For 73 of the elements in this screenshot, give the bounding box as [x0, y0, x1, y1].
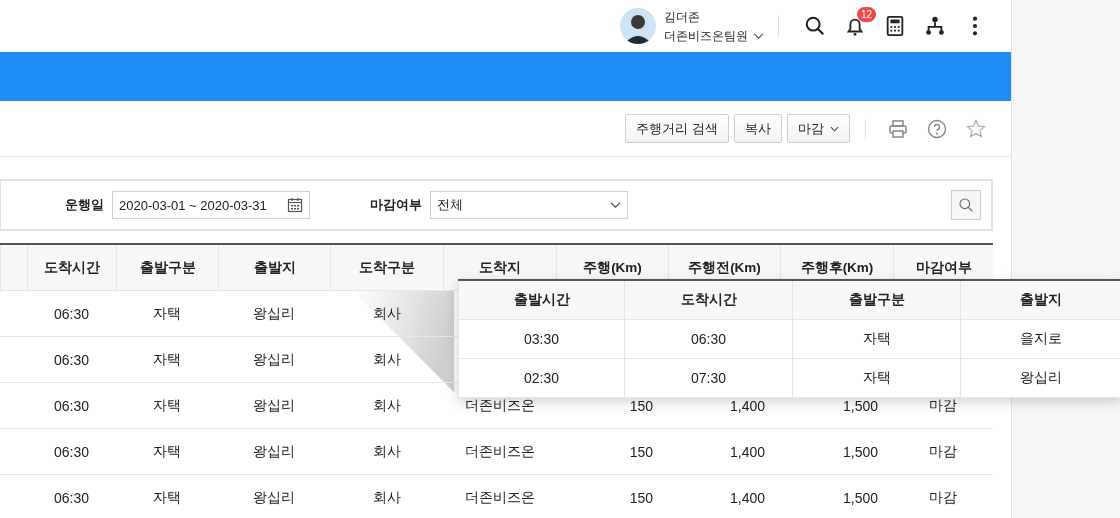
status-select[interactable]: 전체 — [430, 191, 628, 219]
search-icon[interactable] — [804, 15, 826, 37]
table-cell-text: 더존비즈온 — [464, 441, 536, 461]
chevron-down-icon[interactable] — [753, 32, 764, 40]
table-cell-text: 왕십리 — [252, 395, 296, 415]
column-header: 출발시간 — [458, 281, 624, 319]
notification-badge: 12 — [857, 7, 877, 22]
table-cell-text: 왕십리 — [252, 487, 296, 507]
table-cell: 자택 — [792, 320, 960, 358]
table-cell-text: 자택 — [152, 349, 182, 369]
date-label: 운행일 — [65, 196, 104, 214]
table-cell-text: 왕십리 — [252, 349, 296, 369]
table-cell-text: 1,400 — [728, 488, 766, 508]
calculator-icon[interactable] — [884, 15, 906, 37]
table-cell-text: 자택 — [152, 441, 182, 461]
table-cell-text: 06:30 — [52, 488, 90, 508]
table-cell: 03:30 — [458, 320, 624, 358]
table-cell-text: 회사 — [371, 349, 402, 369]
table-cell-text: 1,500 — [841, 396, 879, 416]
column-header[interactable]: 도착시간 — [27, 245, 116, 290]
table-cell-text: 자택 — [152, 303, 182, 323]
table-cell-text: 마감 — [928, 395, 958, 415]
table-cell-text: 150 — [628, 396, 654, 416]
column-header[interactable]: 출발지 — [218, 245, 330, 290]
table-cell-text: 마감 — [928, 441, 958, 461]
column-header[interactable]: 도착구분 — [330, 245, 443, 290]
table-cell: 자택 — [792, 359, 960, 397]
user-team[interactable]: 더존비즈온팀원 — [664, 28, 748, 44]
dropdown-button[interactable]: 마감 — [787, 114, 850, 143]
toolbar-button[interactable]: 복사 — [734, 114, 782, 143]
table-cell-text: 마감 — [928, 487, 958, 507]
star-icon[interactable] — [966, 118, 986, 139]
table-cell-text: 회사 — [371, 441, 402, 461]
calendar-icon[interactable] — [287, 197, 303, 213]
table-cell: 07:30 — [624, 359, 792, 397]
table-cell-text: 1,400 — [728, 396, 766, 416]
table-cell: 을지로 — [960, 320, 1120, 358]
search-button[interactable] — [951, 190, 981, 220]
table-cell-text: 회사 — [371, 303, 402, 323]
status-label: 마감여부 — [370, 196, 422, 214]
table-cell-text: 06:30 — [52, 304, 90, 324]
org-chart-icon[interactable] — [924, 15, 946, 37]
table-cell-text: 06:30 — [52, 396, 90, 416]
table-cell-text: 왕십리 — [252, 303, 296, 323]
table-cell: 06:30 — [624, 320, 792, 358]
table-cell-text: 150 — [628, 442, 654, 462]
table-cell-text: 자택 — [152, 395, 182, 415]
caret-icon[interactable] — [830, 125, 839, 132]
print-icon[interactable] — [888, 118, 908, 139]
table-cell-text: 회사 — [371, 487, 402, 507]
table-cell-text: 자택 — [152, 487, 182, 507]
table-cell: 왕십리 — [960, 359, 1120, 397]
table-cell-text: 1,500 — [841, 442, 879, 462]
table-cell-text: 더존비즈온 — [464, 395, 536, 415]
date-range-field[interactable]: 2020-03-01 ~ 2020-03-31 — [112, 191, 310, 219]
user-name: 김더존 — [664, 8, 701, 26]
table-cell-text: 1,500 — [841, 488, 879, 508]
column-header[interactable]: 출발구분 — [116, 245, 218, 290]
table-cell-text: 1,400 — [728, 442, 766, 462]
table-cell: 02:30 — [458, 359, 624, 397]
table-cell-text: 06:30 — [52, 442, 90, 462]
table-cell-text: 06:30 — [52, 350, 90, 370]
table-cell-text: 회사 — [371, 395, 402, 415]
table-cell-text: 왕십리 — [252, 441, 296, 461]
table-cell-text: 더존비즈온 — [464, 487, 536, 507]
avatar[interactable] — [620, 8, 656, 44]
column-header: 도착시간 — [624, 281, 792, 319]
toolbar-button[interactable]: 주행거리 검색 — [625, 114, 729, 143]
column-header: 출발구분 — [792, 281, 960, 319]
chevron-down-icon[interactable] — [610, 201, 621, 209]
help-icon[interactable] — [927, 118, 947, 139]
table-cell-text: 150 — [628, 488, 654, 508]
column-header: 출발지 — [960, 281, 1120, 319]
